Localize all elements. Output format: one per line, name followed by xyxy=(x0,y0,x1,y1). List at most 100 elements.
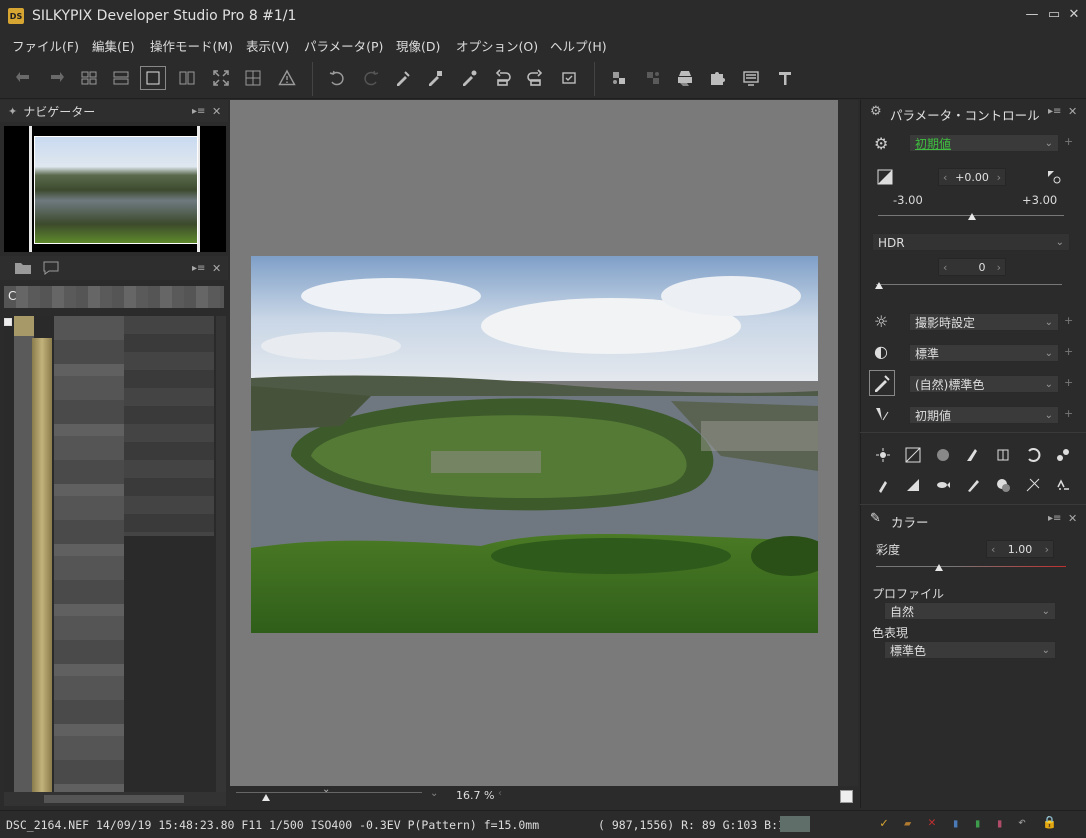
fit-toggle-icon[interactable] xyxy=(840,790,853,803)
preset-dropdown[interactable]: 初期値 ⌄ xyxy=(909,134,1059,152)
gradient-tool-icon[interactable] xyxy=(902,474,924,496)
single-view-icon[interactable] xyxy=(140,66,166,90)
blue-tag-icon[interactable]: ▮ xyxy=(952,816,959,830)
pink-tag-icon[interactable]: ▮ xyxy=(996,816,1003,830)
browser-hscrollbar[interactable] xyxy=(4,792,226,806)
grid-large-icon[interactable] xyxy=(76,66,102,90)
color-mode-add-icon[interactable]: + xyxy=(1064,376,1073,389)
lock-icon[interactable]: 🔒 xyxy=(1042,815,1057,829)
copy-params-icon[interactable] xyxy=(422,66,448,90)
spot-tool-icon[interactable] xyxy=(872,474,894,496)
folder-move-icon[interactable]: ▰ xyxy=(904,816,911,830)
panel-close-icon[interactable]: ✕ xyxy=(1068,105,1077,118)
tone-add-icon[interactable]: + xyxy=(1064,345,1073,358)
develop-icon[interactable] xyxy=(606,66,632,90)
paste-params-icon[interactable] xyxy=(390,66,416,90)
tree-item-selected[interactable] xyxy=(14,316,34,336)
recycle-tool-icon[interactable] xyxy=(1052,474,1074,496)
exposure-value[interactable]: +0.00 xyxy=(955,171,989,184)
saturation-slider-track[interactable] xyxy=(876,566,1066,567)
gear-icon[interactable]: ⚙ xyxy=(874,134,888,153)
transform-tool-icon[interactable] xyxy=(1022,474,1044,496)
zoom-dropdown-icon[interactable]: ⌄ xyxy=(430,788,438,799)
sharpness-dropdown[interactable]: 初期値 ⌄ xyxy=(909,406,1059,424)
pin-icon[interactable]: ✦ xyxy=(8,105,17,118)
rotate-left-icon[interactable] xyxy=(490,66,516,90)
panel-menu-icon[interactable]: ▸≡ xyxy=(192,106,205,117)
reject-x-icon[interactable]: ✕ xyxy=(928,815,936,830)
tree-collapse-icon[interactable] xyxy=(4,318,12,326)
menu-operation-mode[interactable]: 操作モード(M) xyxy=(150,36,233,55)
zoom-slider-knob[interactable] xyxy=(262,794,270,801)
rotate-right-icon[interactable] xyxy=(522,66,548,90)
grid-wide-icon[interactable] xyxy=(108,66,134,90)
saturation-value[interactable]: 1.00 xyxy=(1008,543,1033,556)
sharpen-tool-icon[interactable] xyxy=(962,444,984,466)
fisheye-tool-icon[interactable] xyxy=(932,474,954,496)
hdr-spinner[interactable]: ‹ 0 › xyxy=(938,258,1006,276)
panel-menu-icon[interactable]: ▸≡ xyxy=(1048,106,1061,117)
preview-photo[interactable] xyxy=(251,256,818,633)
color-pen-icon[interactable] xyxy=(869,370,895,396)
menu-help[interactable]: ヘルプ(H) xyxy=(550,36,607,55)
saturation-decrement[interactable]: ‹ xyxy=(991,543,995,556)
panel-close-icon[interactable]: ✕ xyxy=(212,105,221,118)
checkmark-icon[interactable] xyxy=(556,66,582,90)
undo-icon[interactable] xyxy=(324,66,350,90)
hdr-decrement[interactable]: ‹ xyxy=(943,261,947,274)
auto-exposure-icon[interactable] xyxy=(1043,166,1065,188)
tree-scrollbar[interactable] xyxy=(216,316,226,792)
sharpness-add-icon[interactable]: + xyxy=(1064,407,1073,420)
warning-icon[interactable] xyxy=(274,66,300,90)
panel-close-icon[interactable]: ✕ xyxy=(212,262,221,275)
white-balance-add-icon[interactable]: + xyxy=(1064,314,1073,327)
hdr-increment[interactable]: › xyxy=(997,261,1001,274)
brightness-tool-icon[interactable] xyxy=(872,444,894,466)
close-button[interactable]: ✕ xyxy=(1064,6,1084,24)
menu-options[interactable]: オプション(O) xyxy=(456,36,538,55)
sun-icon[interactable]: ☼ xyxy=(874,312,888,331)
preview-vscrollbar[interactable] xyxy=(838,100,858,788)
preset-add-icon[interactable]: + xyxy=(1064,135,1073,148)
exposure-decrement[interactable]: ‹ xyxy=(943,171,947,184)
monitor-icon[interactable] xyxy=(738,66,764,90)
puzzle-icon[interactable] xyxy=(704,66,730,90)
color-expression-dropdown[interactable]: 標準色 ⌄ xyxy=(884,641,1056,659)
rotation-tool-icon[interactable] xyxy=(1022,444,1044,466)
comment-icon[interactable] xyxy=(42,261,60,275)
sharpness-icon[interactable] xyxy=(871,403,893,425)
color-mode-dropdown[interactable]: (自然)標準色 ⌄ xyxy=(909,375,1059,393)
panel-menu-icon[interactable]: ▸≡ xyxy=(1048,513,1061,524)
eyedropper-icon[interactable] xyxy=(456,66,482,90)
profile-dropdown[interactable]: 自然 ⌄ xyxy=(884,602,1056,620)
partial-correction-icon[interactable] xyxy=(992,474,1014,496)
exposure-spinner[interactable]: ‹ +0.00 › xyxy=(938,168,1006,186)
hdr-dropdown[interactable]: HDR ⌄ xyxy=(872,233,1070,251)
saturation-spinner[interactable]: ‹ 1.00 › xyxy=(986,540,1054,558)
gear-cluster-icon[interactable] xyxy=(1052,444,1074,466)
undo-status-icon[interactable]: ↶ xyxy=(1018,815,1026,830)
saturation-increment[interactable]: › xyxy=(1045,543,1049,556)
zoom-chevron-down-icon[interactable]: ⌄ xyxy=(322,784,330,795)
menu-view[interactable]: 表示(V) xyxy=(246,36,289,55)
menu-parameters[interactable]: パラメータ(P) xyxy=(304,36,383,55)
hdr-value[interactable]: 0 xyxy=(979,261,986,274)
folder-tree[interactable] xyxy=(4,316,226,792)
hdr-slider-knob[interactable] xyxy=(875,282,883,289)
compare-view-icon[interactable] xyxy=(174,66,200,90)
browser-hscroll-thumb[interactable] xyxy=(44,795,184,803)
navigator-thumbnail[interactable] xyxy=(34,136,198,244)
color-sphere-icon[interactable] xyxy=(932,444,954,466)
tone-icon[interactable]: ◐ xyxy=(874,342,888,361)
menu-edit[interactable]: 編集(E) xyxy=(92,36,135,55)
tone-curve-icon[interactable] xyxy=(902,444,924,466)
printer-icon[interactable] xyxy=(672,66,698,90)
exposure-icon[interactable] xyxy=(874,166,896,188)
tone-dropdown[interactable]: 標準 ⌄ xyxy=(909,344,1059,362)
hdr-slider-track[interactable] xyxy=(876,284,1062,285)
maximize-button[interactable]: ▭ xyxy=(1044,6,1064,24)
panel-menu-icon[interactable]: ▸≡ xyxy=(192,263,205,274)
minimize-button[interactable]: — xyxy=(1022,6,1042,24)
crop-grid-icon[interactable] xyxy=(240,66,266,90)
panel-close-icon[interactable]: ✕ xyxy=(1068,512,1077,525)
